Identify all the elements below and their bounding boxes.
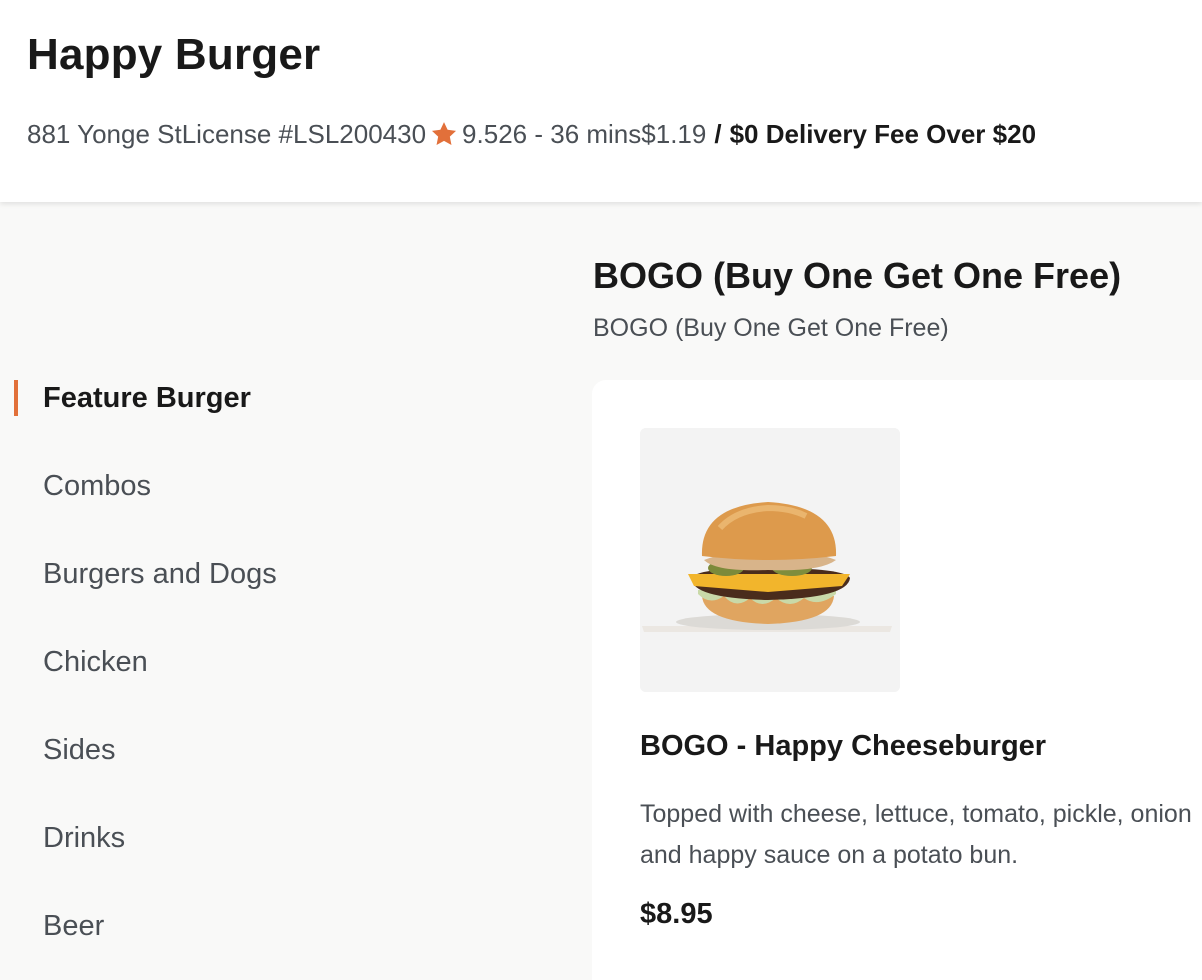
store-address: 881 Yonge St bbox=[27, 119, 182, 149]
delivery-promo: $0 Delivery Fee Over $20 bbox=[729, 119, 1037, 149]
category-label: Sides bbox=[43, 733, 116, 766]
category-label: Burgers and Dogs bbox=[43, 557, 277, 590]
delivery-eta: 26 - 36 mins bbox=[498, 119, 642, 149]
category-label: Combos bbox=[43, 469, 151, 502]
fee-separator: / bbox=[714, 119, 722, 149]
menu-item-card[interactable]: BOGO - Happy Cheeseburger Topped with ch… bbox=[592, 380, 1202, 980]
category-sides[interactable]: Sides bbox=[0, 720, 590, 780]
store-header: Happy Burger 881 Yonge St License #LSL20… bbox=[0, 0, 1202, 202]
item-image[interactable] bbox=[640, 428, 900, 692]
category-label: Feature Burger bbox=[43, 381, 251, 414]
store-rating: 9.5 bbox=[462, 119, 499, 149]
category-sidebar: Feature Burger Combos Burgers and Dogs C… bbox=[0, 202, 590, 980]
category-label: Chicken bbox=[43, 645, 148, 678]
category-chicken[interactable]: Chicken bbox=[0, 632, 590, 692]
section-title: BOGO (Buy One Get One Free) bbox=[593, 255, 1122, 296]
active-category-marker bbox=[14, 380, 18, 416]
store-license: License #LSL200430 bbox=[181, 119, 427, 149]
item-name: BOGO - Happy Cheeseburger bbox=[640, 730, 1047, 762]
star-icon bbox=[430, 120, 458, 148]
category-label: Beer bbox=[43, 909, 105, 942]
item-price: $8.95 bbox=[640, 898, 713, 930]
store-meta: 881 Yonge St License #LSL200430 9.5 26 -… bbox=[27, 119, 1036, 150]
category-burgers-and-dogs[interactable]: Burgers and Dogs bbox=[0, 544, 590, 604]
section-subtitle: BOGO (Buy One Get One Free) bbox=[593, 314, 949, 342]
category-combos[interactable]: Combos bbox=[0, 456, 590, 516]
category-beer[interactable]: Beer bbox=[0, 896, 590, 956]
store-name: Happy Burger bbox=[27, 30, 321, 79]
delivery-fee: $1.19 bbox=[641, 119, 707, 149]
category-label: Drinks bbox=[43, 821, 126, 854]
category-feature-burger[interactable]: Feature Burger bbox=[0, 368, 590, 428]
category-drinks[interactable]: Drinks bbox=[0, 808, 590, 868]
burger-image bbox=[640, 428, 900, 692]
item-description: Topped with cheese, lettuce, tomato, pic… bbox=[640, 800, 1192, 869]
